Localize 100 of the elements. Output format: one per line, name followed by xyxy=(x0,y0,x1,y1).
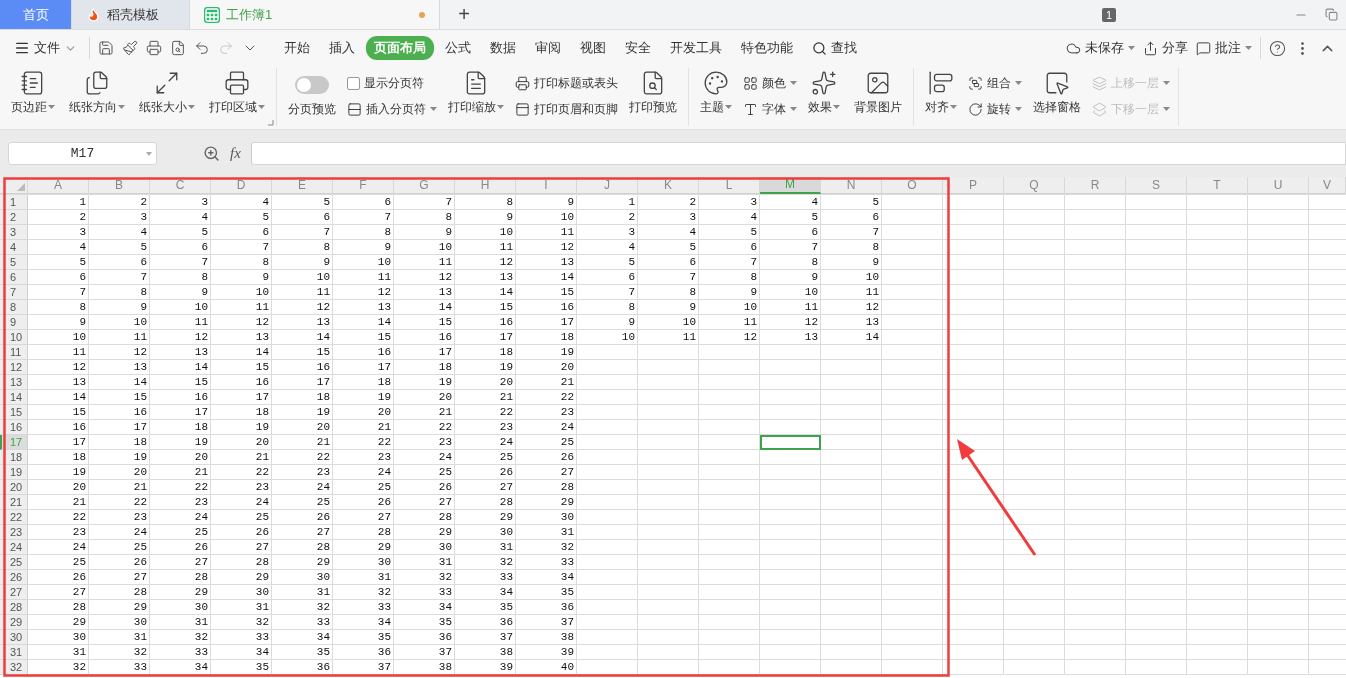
ribbon-tab[interactable]: 特色功能 xyxy=(733,36,801,60)
table-cell-text: 22 xyxy=(376,435,392,450)
row-header[interactable]: 28 xyxy=(0,600,28,615)
row-header[interactable]: 27 xyxy=(0,585,28,600)
row-header[interactable]: 7 xyxy=(0,285,28,300)
row-header[interactable]: 9 xyxy=(0,315,28,330)
ribbon-button[interactable]: 纸张方向 xyxy=(62,68,132,118)
row-header[interactable]: 3 xyxy=(0,225,28,240)
ribbon-tab[interactable]: 开发工具 xyxy=(662,36,730,60)
row-header[interactable]: 1 xyxy=(0,195,28,210)
table-cell-text: 11 xyxy=(864,285,880,300)
row-header[interactable]: 22 xyxy=(0,510,28,525)
row-header[interactable]: 31 xyxy=(0,645,28,660)
document-tab[interactable]: 稻壳模板 xyxy=(72,0,190,29)
ribbon-button[interactable]: 旋转 xyxy=(968,98,1022,120)
table-cell-text: 17 xyxy=(193,405,209,420)
zoom-icon[interactable] xyxy=(203,145,220,162)
row-header[interactable]: 16 xyxy=(0,420,28,435)
ribbon-button[interactable]: 插入分页符 xyxy=(347,98,437,120)
row-header[interactable]: 5 xyxy=(0,255,28,270)
search-button[interactable]: 查找 xyxy=(804,36,865,60)
ribbon-button[interactable]: 背景图片 xyxy=(847,68,909,118)
table-cell-text: 17 xyxy=(376,360,392,375)
fx-label[interactable]: fx xyxy=(230,145,241,162)
formula-input[interactable] xyxy=(250,142,1346,165)
cell-cursor[interactable] xyxy=(760,435,821,450)
row-header[interactable]: 25 xyxy=(0,555,28,570)
caret-icon xyxy=(833,105,840,110)
printer-icon[interactable] xyxy=(146,40,162,56)
table-cell-text: 22 xyxy=(315,450,331,465)
ribbon-button[interactable]: 选择窗格 xyxy=(1026,68,1088,118)
table-cell-text: 35 xyxy=(254,660,270,675)
row-header[interactable]: 29 xyxy=(0,615,28,630)
table-cell-text: 22 xyxy=(498,405,514,420)
table-cell-text: 27 xyxy=(193,555,209,570)
ribbon-tab[interactable]: 公式 xyxy=(437,36,479,60)
ribbon-tab[interactable]: 插入 xyxy=(321,36,363,60)
row-header[interactable]: 12 xyxy=(0,360,28,375)
row-header[interactable]: 21 xyxy=(0,495,28,510)
save-icon[interactable] xyxy=(98,40,114,56)
toolbar-button[interactable]: 未保存 xyxy=(1062,36,1139,60)
file-menu[interactable]: 文件 xyxy=(6,36,85,60)
ribbon-button[interactable]: 打印缩放 xyxy=(441,68,511,118)
table-cell-text: 9 xyxy=(749,285,758,300)
table-cell-text: 17 xyxy=(315,375,331,390)
restore-icon[interactable] xyxy=(1324,8,1338,21)
ribbon-button[interactable]: 打印区域 xyxy=(202,68,272,118)
table-cell-text: 15 xyxy=(315,345,331,360)
show-page-breaks-checkbox[interactable]: 显示分页符 xyxy=(347,72,437,94)
row-header[interactable]: 13 xyxy=(0,375,28,390)
ribbon-tab[interactable]: 开始 xyxy=(276,36,318,60)
row-header[interactable]: 30 xyxy=(0,630,28,645)
ribbon-button[interactable]: 打印标题或表头 xyxy=(515,72,618,94)
table-cell-text: 10 xyxy=(559,210,575,225)
table-cell-text: 9 xyxy=(322,255,331,270)
ribbon-button[interactable]: 打印预览 xyxy=(622,68,684,118)
row-header[interactable]: 15 xyxy=(0,405,28,420)
ribbon-tab[interactable]: 审阅 xyxy=(527,36,569,60)
ribbon-button[interactable]: 主题 xyxy=(693,68,739,118)
row-header[interactable]: 10 xyxy=(0,330,28,345)
table-cell-text: 31 xyxy=(559,525,575,540)
ribbon-button[interactable]: 颜色 xyxy=(743,72,797,94)
ribbon-button[interactable]: 纸张大小 xyxy=(132,68,202,118)
ribbon-button[interactable]: 效果 xyxy=(801,68,847,118)
ribbon-tab[interactable]: 安全 xyxy=(617,36,659,60)
table-cell-text: 5 xyxy=(139,240,148,255)
ribbon-tab[interactable]: 数据 xyxy=(482,36,524,60)
ribbon-button[interactable]: 字体 xyxy=(743,98,797,120)
table-cell-text: 6 xyxy=(749,240,758,255)
toolbar-button[interactable]: 分享 xyxy=(1139,36,1192,60)
ribbon-button[interactable]: 对齐 xyxy=(918,68,964,118)
ribbon-button[interactable]: 组合 xyxy=(968,72,1022,94)
row-header[interactable]: 2 xyxy=(0,210,28,225)
ribbon-tab[interactable]: 视图 xyxy=(572,36,614,60)
row-header[interactable]: 18 xyxy=(0,450,28,465)
row-header[interactable]: 26 xyxy=(0,570,28,585)
row-header[interactable]: 6 xyxy=(0,270,28,285)
ribbon-button[interactable]: 页边距 xyxy=(4,68,62,118)
page-break-preview-toggle[interactable]: 分页预览 xyxy=(281,68,343,120)
table-cell-text: 10 xyxy=(681,315,697,330)
row-header[interactable]: 20 xyxy=(0,480,28,495)
row-header[interactable]: 23 xyxy=(0,525,28,540)
row-header[interactable]: 11 xyxy=(0,345,28,360)
help-icon[interactable] xyxy=(1269,39,1286,57)
new-tab-button[interactable]: + xyxy=(440,0,488,29)
toolbar-button[interactable]: 批注 xyxy=(1192,36,1256,60)
row-header[interactable]: 24 xyxy=(0,540,28,555)
brush-icon[interactable] xyxy=(122,40,138,56)
print-preview-icon[interactable] xyxy=(170,40,186,56)
row-header[interactable]: 14 xyxy=(0,390,28,405)
name-box[interactable]: M17 xyxy=(8,142,157,165)
table-cell-text: 7 xyxy=(383,210,392,225)
table-cell-text: 6 xyxy=(200,240,209,255)
row-header[interactable]: 8 xyxy=(0,300,28,315)
row-header[interactable]: 19 xyxy=(0,465,28,480)
row-header[interactable]: 4 xyxy=(0,240,28,255)
table-cell-text: 32 xyxy=(71,660,87,675)
window-count-badge[interactable]: 1 xyxy=(1101,7,1116,22)
undo-icon[interactable] xyxy=(194,40,210,56)
ribbon-button[interactable]: 打印页眉和页脚 xyxy=(515,98,618,120)
